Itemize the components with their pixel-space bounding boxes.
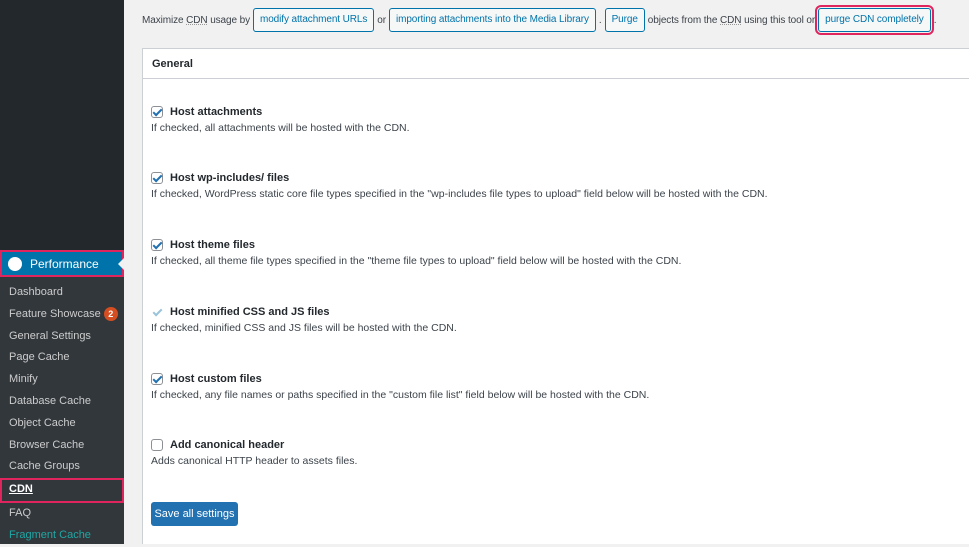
subitem-label: Fragment Cache: [9, 528, 91, 541]
option-label: Host custom files: [170, 373, 262, 385]
option-label-row[interactable]: Host attachments: [151, 104, 961, 120]
checkbox[interactable]: [151, 439, 163, 451]
text: usage by: [210, 14, 250, 26]
subitem-label: CDN: [9, 483, 33, 496]
purge-button[interactable]: Purge: [604, 8, 645, 32]
option-label: Host wp-includes/ files: [170, 172, 290, 184]
subitem-label: Database Cache: [9, 394, 91, 407]
sidebar-subitem-cache-groups[interactable]: Cache Groups: [0, 456, 124, 478]
text: using this tool or: [744, 14, 816, 26]
subitem-label: General Settings: [9, 329, 91, 342]
cdn-abbr: CDN: [186, 14, 208, 26]
performance-submenu: Dashboard Feature Showcase 2 General Settin…: [0, 277, 124, 544]
sidebar-subitem-page-cache[interactable]: Page Cache: [0, 347, 124, 369]
option-description: If checked, minified CSS and JS files wi…: [151, 322, 457, 334]
save-all-settings-button[interactable]: Save all settings: [151, 502, 238, 526]
subitem-label: Browser Cache: [9, 438, 85, 451]
text: .: [933, 14, 937, 26]
sidebar-subitem-general-settings[interactable]: General Settings: [0, 326, 124, 348]
subitem-label: Page Cache: [9, 351, 70, 364]
sidebar-subitem-dashboard[interactable]: Dashboard: [0, 282, 124, 304]
modify-attachment-urls-button[interactable]: modify attachment URLs: [252, 8, 375, 32]
option-host-wp-includes-files: Host wp-includes/ files If checked, WordP…: [151, 170, 961, 200]
option-label: Host theme files: [170, 239, 255, 251]
option-host-theme-files: Host theme files If checked, all theme fi…: [151, 237, 961, 267]
sidebar-subitem-fragment-cache[interactable]: Fragment Cache: [0, 525, 124, 547]
checkbox[interactable]: [151, 239, 163, 251]
checkbox[interactable]: [151, 373, 163, 385]
update-count-badge: 2: [103, 306, 118, 321]
option-label-row[interactable]: Add canonical header: [151, 437, 961, 453]
import-attachments-button[interactable]: importing attachments into the Media Lib…: [388, 8, 596, 32]
option-label-row[interactable]: Host custom files: [151, 371, 961, 387]
option-description: Adds canonical HTTP header to assets fil…: [151, 455, 358, 467]
w3tc-logo-icon: [8, 256, 22, 271]
sidebar-subitem-browser-cache[interactable]: Browser Cache: [0, 435, 124, 457]
text: .: [598, 14, 602, 26]
subitem-label: FAQ: [9, 507, 32, 520]
subitem-label: Minify: [9, 373, 38, 386]
sidebar-subitem-object-cache[interactable]: Object Cache: [0, 413, 124, 435]
sidebar-subitem-faq[interactable]: FAQ: [0, 503, 124, 525]
option-host-attachments: Host attachments If checked, all attachme…: [151, 104, 961, 134]
sidebar-subitem-feature-showcase[interactable]: Feature Showcase 2: [0, 304, 124, 326]
admin-sidebar: Performance Dashboard Feature Showcase 2 Ge…: [0, 0, 124, 544]
checkbox[interactable]: [151, 106, 163, 118]
panel-title: General: [143, 49, 969, 79]
sidebar-subitem-minify[interactable]: Minify: [0, 369, 124, 391]
current-arrow-icon: [118, 258, 124, 270]
text: objects from the: [647, 14, 718, 26]
option-label: Add canonical header: [170, 439, 285, 451]
cdn-abbr: CDN: [720, 14, 742, 26]
option-label-row[interactable]: Host theme files: [151, 237, 961, 253]
subitem-label: Feature Showcase: [9, 307, 101, 320]
sidebar-item-label: Performance: [30, 256, 99, 271]
sidebar-subitem-cdn[interactable]: CDN: [0, 478, 124, 504]
sidebar-item-performance[interactable]: Performance: [0, 250, 124, 277]
option-label-row[interactable]: Host minified CSS and JS files: [151, 304, 961, 320]
option-add-canonical-header: Add canonical header Adds canonical HTTP …: [151, 437, 961, 467]
text: or: [377, 14, 386, 26]
option-host-custom-files: Host custom files If checked, any file na…: [151, 371, 961, 401]
option-description: If checked, WordPress static core file t…: [151, 188, 768, 200]
option-label: Host attachments: [170, 106, 263, 118]
text: Maximize: [142, 14, 184, 26]
option-label: Host minified CSS and JS files: [170, 306, 330, 318]
general-settings-panel: General Host attachments If checked, all …: [142, 48, 969, 544]
subitem-label: Dashboard: [9, 286, 63, 298]
purge-cdn-completely-button[interactable]: purge CDN completely: [815, 5, 934, 35]
checkbox: [151, 306, 163, 318]
option-description: If checked, all attachments will be host…: [151, 122, 410, 134]
subitem-label: Object Cache: [9, 416, 76, 429]
subitem-label: Cache Groups: [9, 460, 80, 473]
option-description: If checked, all theme file types specifi…: [151, 255, 682, 267]
option-description: If checked, any file names or paths spec…: [151, 389, 650, 401]
sidebar-subitem-database-cache[interactable]: Database Cache: [0, 391, 124, 413]
checkbox[interactable]: [151, 172, 163, 184]
option-host-minified-css-and-js-files: Host minified CSS and JS files If checked…: [151, 304, 961, 334]
option-label-row[interactable]: Host wp-includes/ files: [151, 170, 961, 186]
cdn-tools-bar: Maximize CDN usage by modify attachment …: [142, 5, 964, 35]
